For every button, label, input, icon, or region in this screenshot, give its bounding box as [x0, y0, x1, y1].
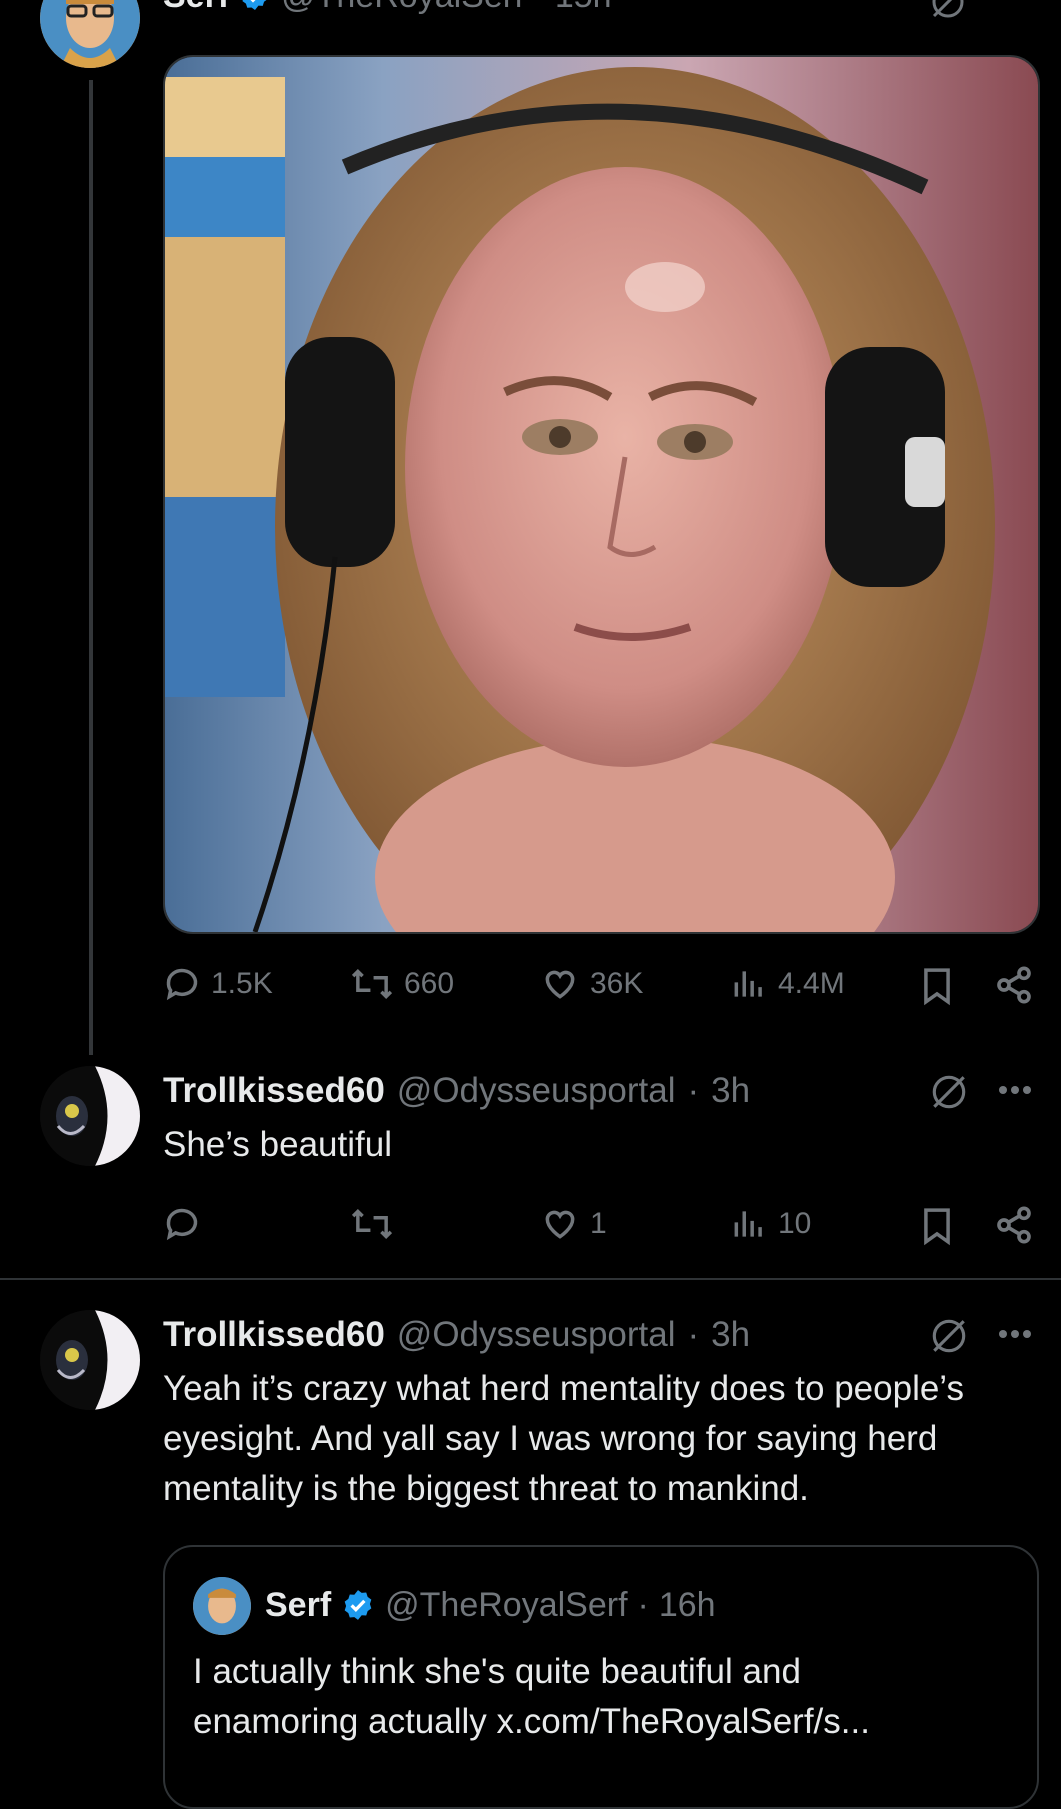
views-icon [734, 1211, 762, 1237]
reply-icon [166, 968, 198, 1001]
like-action[interactable]: 36K [540, 965, 643, 1003]
grok-icon[interactable] [928, 1071, 970, 1118]
avatar-trollkissed60-image [40, 1066, 140, 1166]
grok-icon[interactable] [928, 1315, 970, 1362]
quoted-tweet-card[interactable]: Serf @TheRoyalSerf · 16h I actually thin… [163, 1545, 1039, 1809]
quoted-header: Serf @TheRoyalSerf · 16h [265, 1585, 716, 1625]
bookmark-icon [924, 968, 950, 1006]
share-icon [997, 1206, 1031, 1244]
reply1-views-count: 10 [778, 1207, 812, 1240]
separator-dot: · [687, 1315, 700, 1354]
bookmark-action[interactable] [918, 965, 956, 1007]
reply-icon [166, 1208, 198, 1241]
avatar-trollkissed60[interactable] [40, 1310, 140, 1410]
reply1-header: Trollkissed60 @Odysseusportal · 3h [163, 1070, 750, 1112]
reply1-handle[interactable]: @Odysseusportal [397, 1071, 676, 1111]
reply1-text: She’s beautiful [163, 1125, 392, 1164]
divider [0, 1278, 1061, 1280]
tweet-photo-image [165, 57, 1038, 932]
separator-dot: · [687, 1071, 700, 1110]
quoted-time: 16h [658, 1585, 716, 1624]
avatar-serf[interactable] [40, 0, 140, 68]
author-name[interactable]: Serf [163, 0, 229, 16]
reply2-handle[interactable]: @Odysseusportal [397, 1315, 676, 1355]
verified-badge-icon [341, 1588, 375, 1622]
reply-action[interactable]: 1.5K [163, 965, 273, 1003]
author-handle[interactable]: @TheRoyalSerf [281, 0, 523, 16]
thread-line [89, 80, 93, 1055]
reply2-author-name[interactable]: Trollkissed60 [163, 1315, 385, 1355]
top-tweet-header: Serf @TheRoyalSerf · 15h [163, 0, 612, 16]
reply1-like-count: 1 [590, 1207, 607, 1240]
quoted-handle: @TheRoyalSerf [385, 1585, 628, 1624]
grok-icon[interactable] [928, 0, 968, 27]
more-icon[interactable] [995, 1324, 1035, 1349]
reply1-author-name[interactable]: Trollkissed60 [163, 1071, 385, 1111]
separator-dot: · [637, 1585, 649, 1624]
quoted-author-name: Serf [265, 1585, 332, 1624]
quoted-text: I actually think she's quite beautiful a… [193, 1652, 870, 1741]
reply2-header: Trollkissed60 @Odysseusportal · 3h [163, 1314, 750, 1356]
bookmark-action[interactable] [918, 1205, 956, 1247]
views-action[interactable]: 10 [730, 1205, 811, 1243]
reply2-time[interactable]: 3h [711, 1315, 750, 1355]
retweet-icon [351, 1208, 393, 1240]
bookmark-icon [924, 1208, 950, 1246]
like-icon [545, 970, 575, 999]
tweet-time[interactable]: 15h [555, 0, 612, 16]
views-action[interactable]: 4.4M [730, 965, 845, 1003]
separator-dot: · [534, 0, 545, 16]
retweet-action[interactable]: 660 [350, 965, 454, 1003]
views-icon [734, 971, 762, 997]
views-count: 4.4M [778, 967, 845, 1000]
verified-badge-icon [239, 0, 271, 12]
share-action[interactable] [994, 1205, 1034, 1245]
retweet-icon [351, 968, 393, 1000]
reply-count: 1.5K [211, 967, 273, 1000]
share-icon [997, 966, 1031, 1004]
tweet-photo[interactable] [163, 55, 1040, 934]
like-icon [545, 1210, 575, 1239]
more-icon[interactable] [995, 1080, 1035, 1105]
quoted-avatar-serf [193, 1577, 251, 1635]
like-action[interactable]: 1 [540, 1205, 607, 1243]
reply2-text: Yeah it’s crazy what herd mentality does… [163, 1369, 964, 1508]
reply-action[interactable] [163, 1205, 211, 1243]
retweet-action[interactable] [350, 1205, 404, 1243]
avatar-trollkissed60-image [40, 1310, 140, 1410]
like-count: 36K [590, 967, 644, 1000]
avatar-serf-image [40, 0, 140, 68]
quoted-avatar-serf-image [193, 1577, 251, 1635]
share-action[interactable] [994, 965, 1034, 1005]
retweet-count: 660 [404, 967, 455, 1000]
avatar-trollkissed60[interactable] [40, 1066, 140, 1166]
reply1-time[interactable]: 3h [711, 1071, 750, 1111]
